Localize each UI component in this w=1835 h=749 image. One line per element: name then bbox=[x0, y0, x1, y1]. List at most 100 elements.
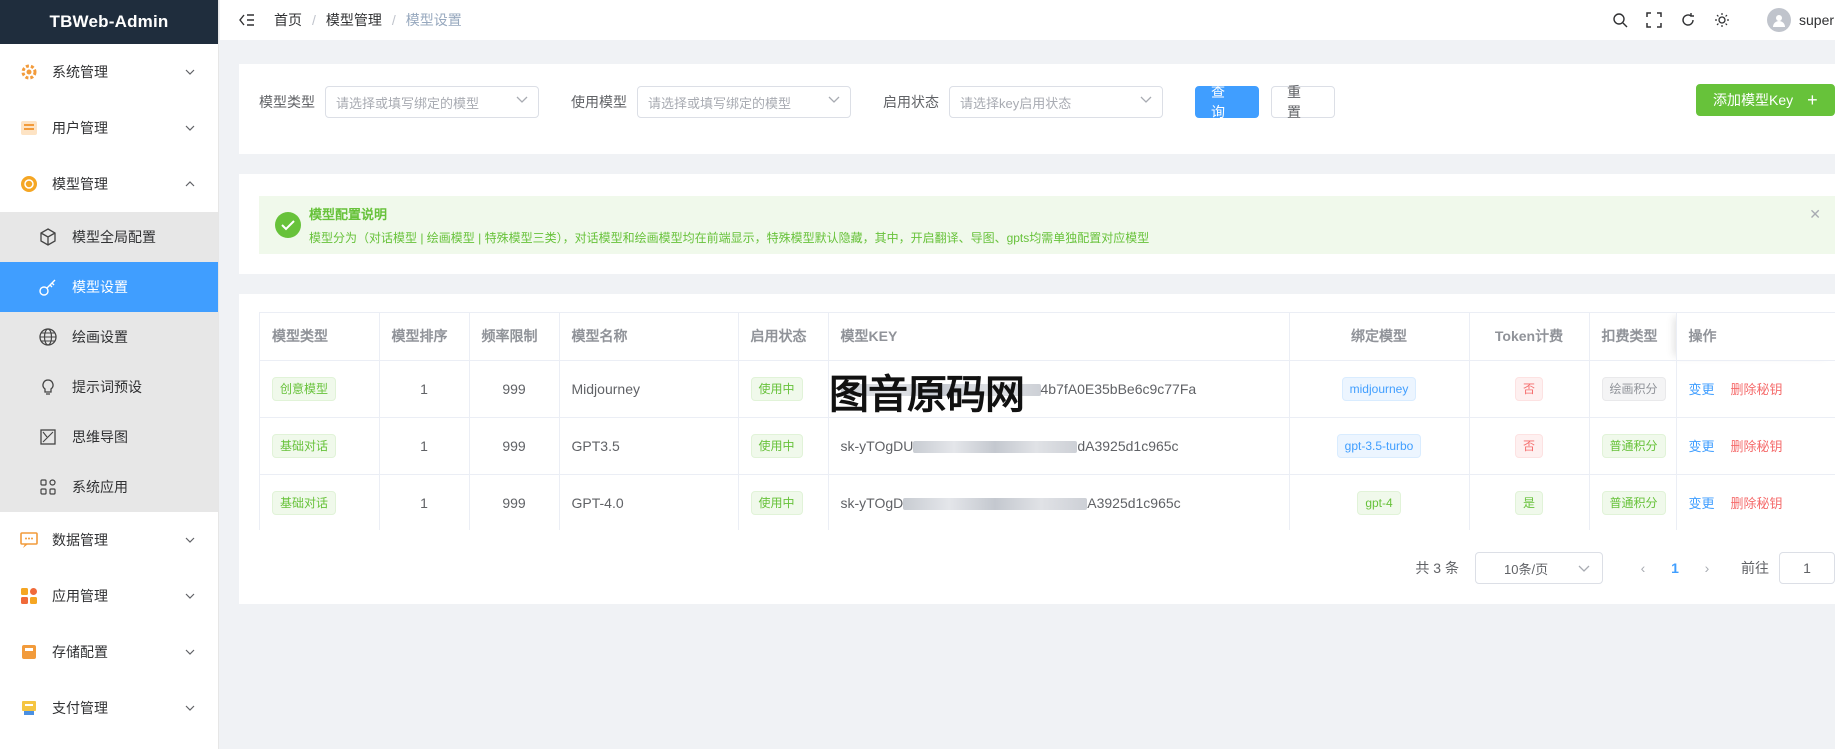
user-name[interactable]: super bbox=[1799, 12, 1835, 28]
top-header: 首页 / 模型管理 / 模型设置 super bbox=[220, 0, 1835, 40]
brand-logo: TBWeb-Admin bbox=[0, 0, 218, 44]
check-circle-icon bbox=[275, 212, 301, 238]
sidebar-item-data[interactable]: 数据管理 bbox=[0, 512, 218, 568]
page-size-select[interactable]: 10条/页 bbox=[1475, 552, 1603, 584]
breadcrumb-home[interactable]: 首页 bbox=[274, 10, 302, 30]
cell-name: GPT-4.0 bbox=[559, 474, 739, 530]
goto-label: 前往 bbox=[1741, 560, 1769, 576]
cell-name: GPT3.5 bbox=[559, 417, 739, 475]
sidebar-item-system[interactable]: 系统管理 bbox=[0, 44, 218, 100]
sidebar-item-mindmap[interactable]: 思维导图 bbox=[0, 412, 218, 462]
col-header-deduct: 扣费类型 bbox=[1589, 313, 1677, 361]
reset-button[interactable]: 重置 bbox=[1271, 84, 1335, 120]
goto-page-value: 1 bbox=[1803, 560, 1811, 576]
cell-order: 1 bbox=[379, 360, 470, 418]
table-header-row: 模型类型 模型排序 频率限制 模型名称 启用状态 模型KEY 绑定模型 Toke… bbox=[260, 313, 1835, 361]
deduct-tag: 绘画积分 bbox=[1601, 376, 1666, 401]
token-tag: 是 bbox=[1514, 490, 1543, 515]
key-suffix: dA3925d1c965c bbox=[1077, 437, 1179, 454]
sidebar-item-storage[interactable]: 存储配置 bbox=[0, 624, 218, 680]
use-model-select[interactable]: 请选择或填写绑定的模型 bbox=[637, 86, 851, 118]
breadcrumb-model-management[interactable]: 模型管理 bbox=[326, 10, 382, 30]
delete-key-button[interactable]: 删除秘钥 bbox=[1731, 439, 1783, 454]
cell-bind: gpt-4 bbox=[1289, 474, 1470, 530]
search-icon[interactable] bbox=[1611, 11, 1629, 29]
sidebar-item-label: 模型设置 bbox=[72, 279, 128, 295]
collapse-sidebar-icon[interactable] bbox=[238, 11, 256, 29]
info-panel: 模型配置说明 模型分为（对话模型 | 绘画模型 | 特殊模型三类），对话模型和绘… bbox=[239, 174, 1835, 274]
sidebar-item-users[interactable]: 用户管理 bbox=[0, 100, 218, 156]
model-type-select[interactable]: 请选择或填写绑定的模型 bbox=[325, 86, 539, 118]
edit-button[interactable]: 变更 bbox=[1689, 439, 1715, 454]
cell-rate: 999 bbox=[469, 417, 560, 475]
status-tag: 使用中 bbox=[750, 433, 803, 458]
key-prefix: sk-yTOgDU bbox=[840, 437, 914, 454]
cell-token: 否 bbox=[1469, 360, 1590, 418]
sidebar-item-label: 应用管理 bbox=[52, 588, 108, 604]
col-header-actions: 操作 bbox=[1676, 313, 1835, 361]
sidebar-item-model-settings[interactable]: 模型设置 bbox=[0, 262, 218, 312]
header-actions: super bbox=[1611, 0, 1835, 40]
sidebar-item-payment[interactable]: 支付管理 bbox=[0, 680, 218, 736]
sidebar-item-label: 数据管理 bbox=[52, 532, 108, 548]
cell-actions: 变更 删除秘钥 bbox=[1676, 417, 1835, 475]
chevron-down-icon bbox=[184, 702, 196, 714]
deduct-tag: 普通积分 bbox=[1601, 433, 1666, 458]
cell-type: 创意模型 bbox=[260, 360, 380, 418]
cell-key: sk-yTOgDU dA3925d1c965c bbox=[828, 417, 1290, 475]
col-header-key: 模型KEY bbox=[828, 313, 1290, 361]
search-panel: 模型类型 请选择或填写绑定的模型 使用模型 请选择或填写绑定的模型 启用状态 请… bbox=[239, 64, 1835, 154]
add-model-key-button[interactable]: 添加模型Key + bbox=[1696, 84, 1835, 116]
cell-status: 使用中 bbox=[738, 474, 829, 530]
status-select[interactable]: 请选择key启用状态 bbox=[949, 86, 1163, 118]
next-page-icon[interactable]: › bbox=[1691, 560, 1723, 576]
payment-icon bbox=[18, 697, 40, 719]
chevron-down-icon bbox=[184, 646, 196, 658]
model-type-label: 模型类型 bbox=[259, 94, 315, 110]
refresh-icon[interactable] bbox=[1679, 11, 1697, 29]
cell-token: 是 bbox=[1469, 474, 1590, 530]
cell-deduct: 普通积分 bbox=[1589, 417, 1677, 475]
gear-icon bbox=[18, 61, 40, 83]
delete-key-button[interactable]: 删除秘钥 bbox=[1731, 496, 1783, 511]
use-model-label: 使用模型 bbox=[571, 94, 627, 110]
chevron-down-icon bbox=[1140, 96, 1152, 108]
sidebar-item-models[interactable]: 模型管理 bbox=[0, 156, 218, 212]
page-number-current[interactable]: 1 bbox=[1659, 560, 1691, 576]
type-tag: 创意模型 bbox=[272, 376, 337, 401]
sidebar-item-label: 模型管理 bbox=[52, 176, 108, 192]
sun-theme-icon[interactable] bbox=[1713, 11, 1731, 29]
prev-page-icon[interactable]: ‹ bbox=[1627, 560, 1659, 576]
table-row: 基础对话 1 999 GPT-4.0 使用中 sk-yTOgD A3925d1c9… bbox=[260, 474, 1835, 530]
type-tag: 基础对话 bbox=[272, 490, 337, 515]
page-size-value: 10条/页 bbox=[1504, 561, 1549, 577]
sidebar-item-model-global[interactable]: 模型全局配置 bbox=[0, 212, 218, 262]
avatar[interactable] bbox=[1767, 8, 1791, 32]
delete-key-button[interactable]: 删除秘钥 bbox=[1731, 382, 1783, 397]
cell-order: 1 bbox=[379, 417, 470, 475]
cell-actions: 变更 删除秘钥 bbox=[1676, 474, 1835, 530]
chevron-down-icon bbox=[828, 96, 840, 108]
goto-page-input[interactable]: 1 bbox=[1779, 552, 1835, 584]
watermark: 图音原码网 bbox=[829, 373, 1025, 417]
edit-button[interactable]: 变更 bbox=[1689, 382, 1715, 397]
close-icon[interactable]: ✕ bbox=[1809, 206, 1821, 223]
sidebar-item-sys-apps[interactable]: 系统应用 bbox=[0, 462, 218, 512]
chevron-down-icon bbox=[516, 96, 528, 108]
type-tag: 基础对话 bbox=[272, 433, 337, 458]
model-type-placeholder: 请选择或填写绑定的模型 bbox=[336, 95, 480, 111]
key-suffix: A3925d1c965c bbox=[1087, 494, 1181, 511]
query-button[interactable]: 查询 bbox=[1195, 84, 1259, 120]
sidebar-item-prompts[interactable]: 提示词预设 bbox=[0, 362, 218, 412]
cell-order: 1 bbox=[379, 474, 470, 530]
fullscreen-icon[interactable] bbox=[1645, 11, 1663, 29]
search-form: 模型类型 请选择或填写绑定的模型 使用模型 请选择或填写绑定的模型 启用状态 请… bbox=[259, 84, 1335, 120]
sidebar-item-drawing[interactable]: 绘画设置 bbox=[0, 312, 218, 362]
key-redacted bbox=[903, 497, 1088, 510]
bind-tag: gpt-4 bbox=[1357, 490, 1401, 515]
cell-key: sk-yTOgD A3925d1c965c bbox=[828, 474, 1290, 530]
col-header-rate: 频率限制 bbox=[469, 313, 560, 361]
edit-button[interactable]: 变更 bbox=[1689, 496, 1715, 511]
alert-title: 模型配置说明 bbox=[309, 207, 388, 222]
sidebar-item-apps[interactable]: 应用管理 bbox=[0, 568, 218, 624]
